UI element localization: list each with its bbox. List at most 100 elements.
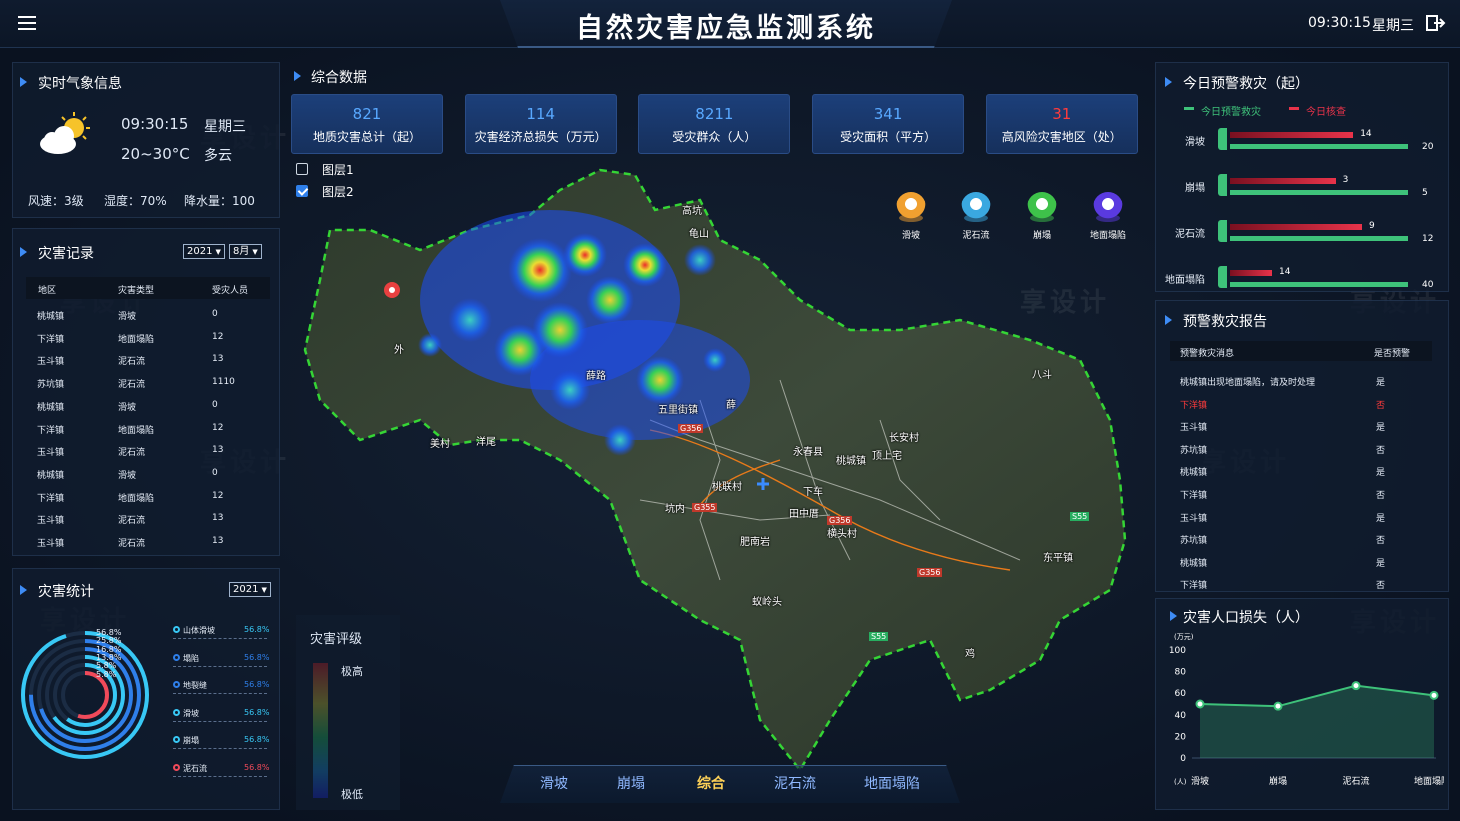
legend-divider [173, 748, 267, 749]
legend-dot [173, 653, 180, 661]
warning-bar-cap [1218, 266, 1227, 288]
legend-name: 地裂缝 [183, 681, 207, 690]
report-row-msg[interactable]: 下洋镇 [1180, 398, 1207, 411]
warning-bar-label: 地面塌陷 [1165, 275, 1205, 286]
layer-checkbox[interactable] [296, 163, 308, 175]
summary-card-value: 114 [526, 105, 555, 123]
legend-divider [173, 775, 267, 777]
map-marker-red[interactable] [384, 282, 400, 298]
summary-card-value: 821 [352, 105, 382, 123]
report-header-flag: 是否预警 [1374, 349, 1411, 359]
report-row-msg[interactable]: 桃城镇 [1180, 465, 1207, 478]
records-cell: 地面塌陷 [118, 493, 155, 504]
report-row-msg[interactable]: 玉斗镇 [1180, 511, 1207, 524]
report-row-msg[interactable]: 苏坑镇 [1180, 533, 1207, 546]
legend-check-swatch [1289, 107, 1299, 110]
y-tick-label: 0 [1180, 754, 1186, 764]
year-select[interactable]: 2021 ▼ [183, 244, 225, 259]
records-cell: 滑坡 [118, 470, 137, 481]
warning-check-value: 9 [1369, 221, 1375, 231]
bottom-tab[interactable]: 泥石流 [774, 773, 816, 793]
pin-base [1096, 214, 1120, 222]
legend-divider [173, 693, 267, 694]
records-header-cell: 灾害类型 [118, 286, 155, 296]
legend-value: 56.8% [244, 680, 270, 689]
summary-card[interactable]: 821 地质灾害总计（起） [291, 94, 443, 154]
report-row-flag: 否 [1376, 491, 1386, 501]
map-pin-label: 崩塌 [1032, 231, 1051, 241]
records-cell: 地面塌陷 [118, 334, 155, 345]
report-title: 预警救灾报告 [1183, 314, 1267, 330]
map-place-label: G356 [827, 516, 853, 525]
summary-card-label: 地质灾害总计（起） [312, 130, 421, 144]
records-cell: 滑坡 [118, 402, 137, 413]
report-row-msg[interactable]: 下洋镇 [1180, 488, 1207, 501]
records-cell: 玉斗镇 [37, 516, 65, 527]
records-cell: 苏坑镇 [37, 380, 65, 391]
warning-warn-value: 5 [1422, 188, 1428, 198]
stats-year-select[interactable]: 2021 ▼ [229, 582, 271, 597]
warning-bar-cap [1218, 128, 1227, 150]
map-place-label: 高坑 [682, 206, 702, 217]
y-tick-label: 80 [1175, 668, 1187, 678]
map-pin-label: 泥石流 [962, 231, 990, 241]
map-place-label: 肥南岩 [740, 537, 770, 548]
report-row-msg[interactable]: 桃城镇出现地面塌陷，请及时处理 [1180, 375, 1315, 388]
x-tick-label: 滑坡 [1191, 775, 1209, 787]
report-row-msg[interactable]: 下洋镇 [1180, 578, 1207, 591]
map-place-label: 薛 [726, 400, 736, 411]
records-cell: 泥石流 [118, 380, 146, 391]
stats-title: 灾害统计 [38, 584, 94, 600]
report-row-msg[interactable]: 苏坑镇 [1180, 443, 1207, 456]
weather-condition: 多云 [204, 148, 232, 164]
weather-time: 09:30:15 [121, 115, 189, 133]
summary-card[interactable]: 114 灾害经济总损失（万元） [464, 94, 617, 154]
summary-card[interactable]: 341 受灾面积（平方） [812, 94, 965, 154]
layer-checkbox[interactable] [296, 185, 308, 197]
menu-icon[interactable] [18, 16, 36, 30]
pin-base [899, 214, 923, 222]
map-place-label: 东平镇 [1043, 553, 1073, 564]
title-banner: 自然灾害应急监测系统 [500, 0, 952, 48]
weather-temp: 20~30°C [121, 145, 190, 163]
data-point [1429, 690, 1439, 700]
month-select[interactable]: 8月 ▼ [229, 244, 262, 259]
report-row-msg[interactable]: 玉斗镇 [1180, 420, 1207, 433]
report-row-flag: 否 [1376, 400, 1386, 411]
weather-rain: 降水量：100 [184, 194, 255, 208]
report-row-flag: 否 [1376, 445, 1386, 456]
warning-panel [1155, 62, 1449, 292]
records-cell: 桃城镇 [37, 470, 65, 481]
records-cell: 0 [212, 399, 218, 410]
area-chart: (万元) 0 20 40 60 80 100 (人) 滑坡 崩塌 泥石流 地面塌陷 [1169, 633, 1444, 787]
map-pin-label: 滑坡 [901, 231, 920, 241]
bottom-tab[interactable]: 综合 [697, 773, 725, 793]
report-row-flag: 是 [1376, 378, 1386, 388]
report-row-flag: 是 [1376, 513, 1386, 524]
report-row-msg[interactable]: 桃城镇 [1180, 556, 1207, 569]
warning-bar-warn [1230, 282, 1408, 287]
records-cell: 13 [212, 445, 224, 456]
x-tick-label: 地面塌陷 [1414, 775, 1444, 787]
bottom-tab[interactable]: 地面塌陷 [864, 773, 920, 793]
report-row-flag: 否 [1376, 581, 1386, 592]
records-cell: 桃城镇 [37, 402, 65, 413]
map-place-label: 坑内 [665, 504, 685, 515]
legend-value: 56.8% [244, 625, 270, 634]
report-row-flag: 是 [1376, 558, 1386, 569]
records-cell: 下洋镇 [37, 425, 65, 436]
pin-base [1030, 214, 1054, 222]
x-tick-label: 崩塌 [1269, 775, 1287, 787]
logout-icon[interactable] [1426, 14, 1446, 32]
warning-bar-check [1230, 224, 1362, 230]
warning-bar-warn [1230, 236, 1408, 241]
bottom-tab[interactable]: 崩塌 [617, 773, 645, 793]
bottom-tab[interactable]: 滑坡 [540, 773, 568, 793]
summary-card[interactable]: 31 高风险灾害地区（处） [985, 94, 1138, 154]
warning-check-value: 3 [1342, 175, 1349, 185]
warning-bar-cap [1218, 174, 1227, 196]
summary-card[interactable]: 8211 受灾群众（人） [638, 94, 791, 154]
legend-warn-label: 今日预警救灾 [1201, 107, 1261, 118]
legend-divider [173, 720, 267, 722]
records-cell: 12 [212, 422, 224, 433]
